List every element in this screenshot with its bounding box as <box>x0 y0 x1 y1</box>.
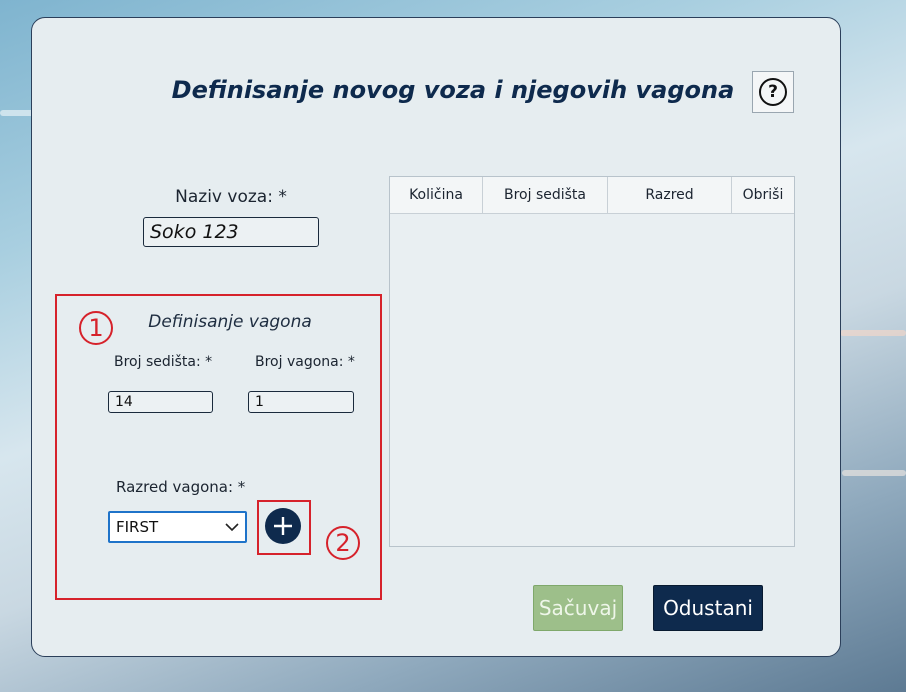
seats-label: Broj sedišta: * <box>114 354 213 370</box>
wagon-class-label: Razred vagona: * <box>116 478 246 496</box>
background-light-streak <box>842 470 906 476</box>
column-header-delete[interactable]: Obriši <box>732 177 794 213</box>
background-light-streak <box>840 330 906 336</box>
save-button[interactable]: Sačuvaj <box>533 585 623 631</box>
plus-icon <box>274 517 292 535</box>
help-button[interactable]: ? <box>752 71 794 113</box>
wagon-class-select[interactable]: FIRST <box>108 511 247 543</box>
wagon-number-label: Broj vagona: * <box>255 354 355 370</box>
table-header: Količina Broj sedišta Razred Obriši <box>390 177 794 214</box>
seats-input[interactable] <box>108 391 213 413</box>
train-name-input[interactable] <box>143 217 319 247</box>
wagon-section-title: Definisanje vagona <box>148 312 312 332</box>
question-icon: ? <box>759 78 787 106</box>
add-wagon-button[interactable] <box>265 508 301 544</box>
wagon-number-input[interactable] <box>248 391 354 413</box>
annotation-marker-1: 1 <box>79 311 113 345</box>
chevron-down-icon <box>225 523 239 532</box>
column-header-quantity[interactable]: Količina <box>390 177 483 213</box>
annotation-marker-2: 2 <box>326 526 360 560</box>
wagon-class-value: FIRST <box>116 518 159 536</box>
train-name-label: Naziv voza: * <box>175 187 287 207</box>
cancel-button[interactable]: Odustani <box>653 585 763 631</box>
wagons-table: Količina Broj sedišta Razred Obriši <box>389 176 795 547</box>
column-header-seats[interactable]: Broj sedišta <box>483 177 608 213</box>
column-header-class[interactable]: Razred <box>608 177 732 213</box>
